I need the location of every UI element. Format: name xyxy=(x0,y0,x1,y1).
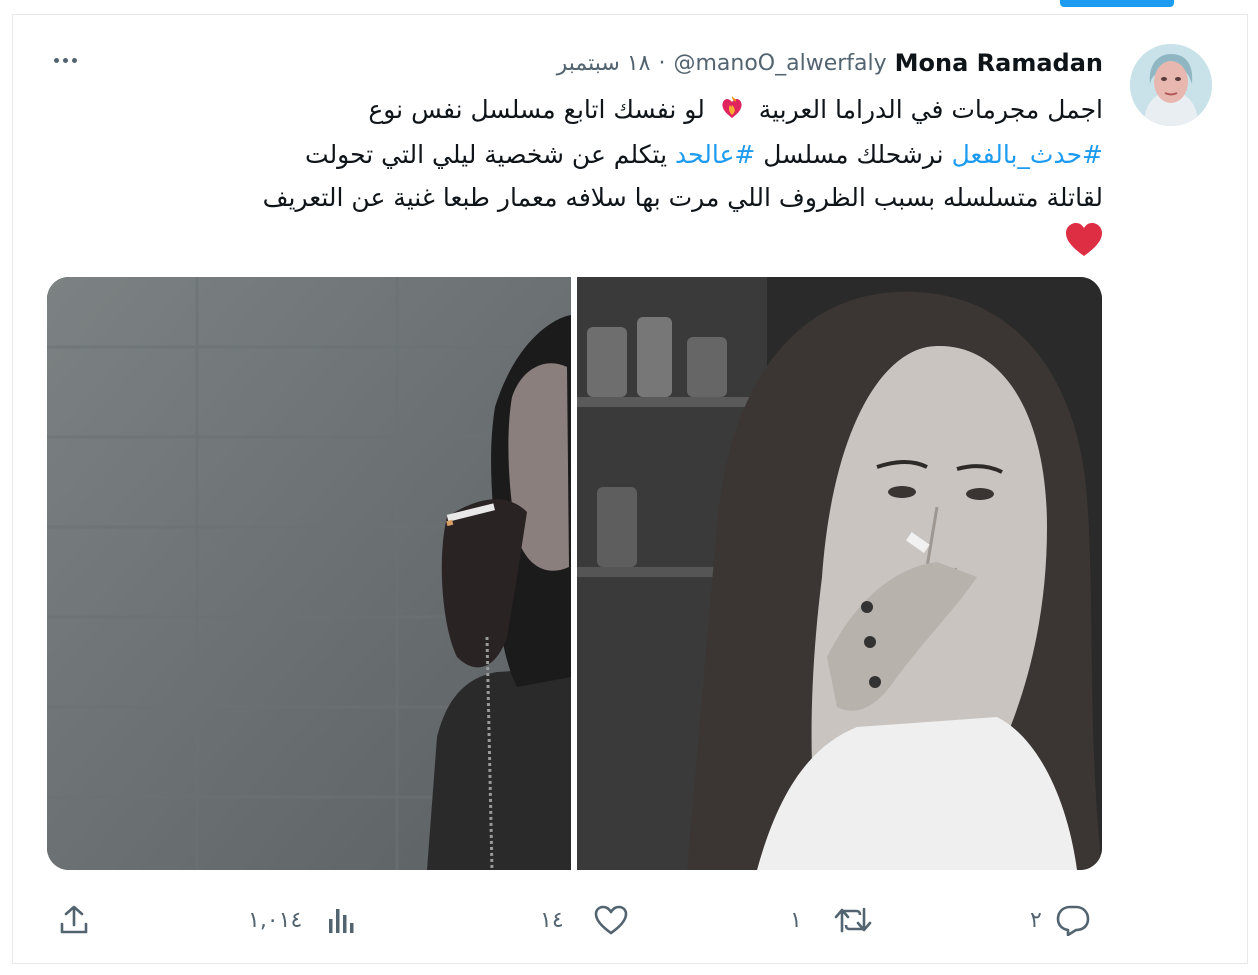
header-separator: · xyxy=(658,50,666,76)
share-button[interactable] xyxy=(58,895,90,945)
tweet-text-part: لو نفسك اتابع مسلسل نفس نوع xyxy=(368,95,705,124)
tweet-text-line-2: #حدث_بالفعل نرشحلك مسلسل #عالحد يتكلم عن… xyxy=(73,133,1103,176)
hashtag-link[interactable]: #عالحد xyxy=(675,140,755,169)
tweet-text-part: نرشحلك مسلسل xyxy=(763,139,944,169)
reply-icon[interactable] xyxy=(1056,904,1090,936)
tweet-text: اجمل مجرمات في الدراما العربية لو نفسك ا… xyxy=(73,88,1103,270)
tweet-header: Mona Ramadan @manoO_alwerfaly · ١٨ سبتمب… xyxy=(557,48,1103,78)
reply-button[interactable]: ٢ xyxy=(1030,895,1090,945)
tweet-text-part: يتكلم عن شخصية ليلي التي تحولت xyxy=(305,139,668,169)
views-count: ١,٠١٤ xyxy=(248,907,303,933)
tweet-date[interactable]: ١٨ سبتمبر xyxy=(557,51,651,76)
tweet-text-part: اجمل مجرمات في الدراما العربية xyxy=(758,95,1103,124)
tweet-text-line-4 xyxy=(73,219,1103,270)
hashtag-link[interactable]: #حدث_بالفعل xyxy=(952,140,1103,169)
tweet-actions: ٢ ١ ١٤ ١,٠١٤ xyxy=(0,895,1258,945)
views-icon[interactable] xyxy=(326,905,356,935)
reply-count: ٢ xyxy=(1030,907,1042,933)
avatar[interactable] xyxy=(1130,44,1212,126)
fire-heart-emoji xyxy=(719,90,745,133)
more-icon[interactable] xyxy=(48,46,82,74)
share-icon[interactable] xyxy=(58,904,90,936)
media-image-left[interactable] xyxy=(47,277,571,870)
like-icon[interactable] xyxy=(594,905,628,935)
retweet-button[interactable]: ١ xyxy=(790,895,872,945)
author-name[interactable]: Mona Ramadan xyxy=(895,49,1103,77)
tweet-text-line-3: لقاتلة متسلسله بسبب الظروف اللي مرت بها … xyxy=(262,182,1103,212)
tweet-media[interactable] xyxy=(47,277,1102,870)
retweet-icon[interactable] xyxy=(834,905,872,935)
like-count: ١٤ xyxy=(540,907,564,933)
retweet-count: ١ xyxy=(790,907,802,933)
views-button[interactable]: ١,٠١٤ xyxy=(248,895,356,945)
author-handle[interactable]: @manoO_alwerfaly xyxy=(673,51,886,76)
media-image-right[interactable] xyxy=(577,277,1102,870)
active-tab-indicator xyxy=(1060,0,1174,7)
like-button[interactable]: ١٤ xyxy=(540,895,628,945)
red-heart-emoji xyxy=(1065,222,1103,270)
avatar-image xyxy=(1130,44,1212,126)
tweet-text-line-1: اجمل مجرمات في الدراما العربية لو نفسك ا… xyxy=(73,88,1103,133)
